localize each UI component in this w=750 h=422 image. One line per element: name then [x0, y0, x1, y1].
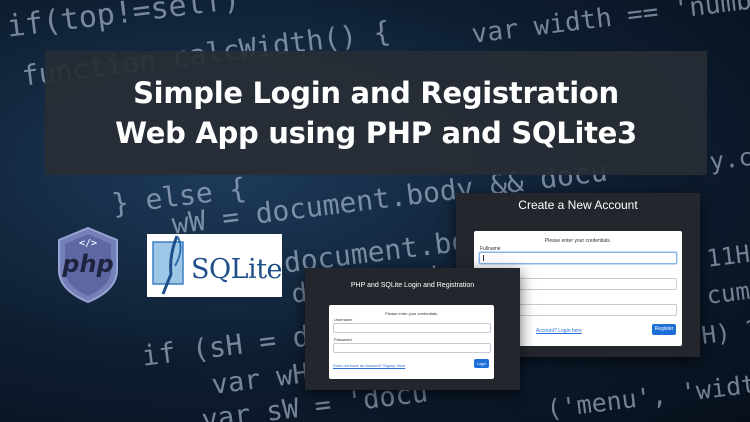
code-line: ('menu', 'width	[545, 367, 750, 422]
login-link[interactable]: Account? Login here	[536, 328, 582, 334]
username-label: Username	[334, 317, 353, 322]
code-line: H) ?	[700, 314, 750, 350]
login-prompt: Please enter your credentials.	[385, 311, 438, 316]
fullname-input[interactable]	[479, 252, 677, 264]
php-logo-text: php	[62, 250, 114, 278]
signup-link[interactable]: Does not have an Account? Signup Here	[333, 363, 405, 368]
username-input[interactable]	[333, 323, 491, 333]
login-card: Please enter your credentials. Username …	[329, 305, 494, 379]
title-line-1: Simple Login and Registration	[133, 76, 619, 110]
register-title: Create a New Account	[518, 198, 638, 212]
code-line: 11He	[705, 237, 750, 273]
php-logo: </> php	[55, 226, 121, 304]
code-line: cume	[705, 274, 750, 310]
sqlite-logo-text: SQLite	[191, 254, 283, 285]
code-line: var width == 'number') {	[470, 0, 750, 50]
password-input[interactable]	[333, 343, 491, 353]
login-screenshot: PHP and SQLite Login and Registration Pl…	[305, 268, 520, 390]
code-line: y.c	[708, 142, 750, 176]
register-prompt: Please enter your credentials.	[544, 238, 612, 244]
password-label: Password	[334, 337, 352, 342]
php-brackets-icon: </>	[78, 238, 98, 249]
register-button[interactable]: Register	[652, 324, 676, 335]
title-banner: Simple Login and Registration Web App us…	[45, 51, 707, 175]
login-title: PHP and SQLite Login and Registration	[350, 282, 475, 289]
sqlite-logo: SQLite	[147, 234, 283, 297]
login-button[interactable]: Login	[474, 359, 489, 368]
title-line-2: Web App using PHP and SQLite3	[115, 116, 637, 150]
